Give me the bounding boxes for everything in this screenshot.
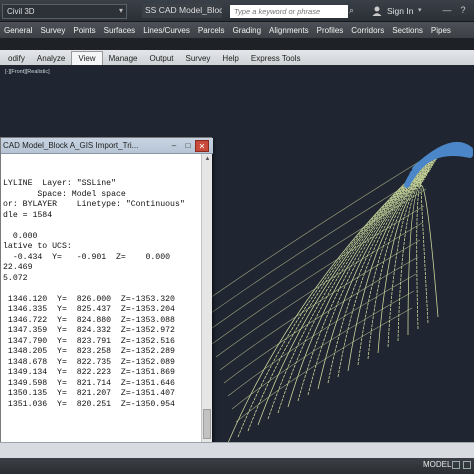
command-line[interactable] <box>0 442 474 458</box>
contour-lines <box>199 144 446 444</box>
status-bar <box>0 458 474 474</box>
menu-item-surfaces[interactable]: Surfaces <box>104 26 136 35</box>
grid-display-icon[interactable] <box>452 461 460 469</box>
text-window-line: 1346.722 Y= 824.880 Z=-1353.088 <box>3 315 175 325</box>
vertical-scrollbar[interactable]: ▲ ▼ <box>201 154 212 454</box>
text-window[interactable]: CAD Model_Block A_GIS Import_Tri... – □ … <box>0 137 213 455</box>
menu-item-lines-curves[interactable]: Lines/Curves <box>143 26 190 35</box>
tab-output[interactable]: Output <box>144 52 180 65</box>
text-window-line: 5.072 <box>3 273 28 283</box>
minimize-icon[interactable]: – <box>167 140 181 152</box>
text-window-line: 1347.790 Y= 823.791 Z=-1352.516 <box>3 336 175 346</box>
text-window-line: 1349.598 Y= 821.714 Z=-1351.646 <box>3 378 175 388</box>
menu-item-sections[interactable]: Sections <box>392 26 423 35</box>
contour-line <box>287 156 439 408</box>
text-window-line: 0.000 <box>3 231 38 241</box>
text-window-line: Space: Model space <box>3 189 126 199</box>
text-window-line: LYLINE Layer: "SSLine" <box>3 179 117 188</box>
text-window-title: CAD Model_Block A_GIS Import_Tri... <box>3 141 139 150</box>
tab-survey[interactable]: Survey <box>180 52 217 65</box>
menu-item-profiles[interactable]: Profiles <box>317 26 344 35</box>
contour-line <box>377 174 428 354</box>
contour-line <box>223 256 419 384</box>
scrollbar-thumb[interactable] <box>203 409 211 439</box>
text-window-line: 1346.120 Y= 826.000 Z=-1353.320 <box>3 294 175 304</box>
snap-mode-icon[interactable] <box>463 461 471 469</box>
menu-bar: General Survey Points Surfaces Lines/Cur… <box>0 22 474 38</box>
tab-view[interactable]: View <box>71 51 103 65</box>
text-window-line: 1350.135 Y= 821.207 Z=-1351.407 <box>3 389 175 398</box>
tab-analyze[interactable]: Analyze <box>31 52 71 65</box>
scroll-up-icon[interactable]: ▲ <box>202 154 213 165</box>
contour-line <box>207 188 427 332</box>
user-icon <box>372 6 382 16</box>
maximize-icon[interactable]: □ <box>181 140 195 152</box>
menu-item-corridors[interactable]: Corridors <box>351 26 384 35</box>
contour-line <box>231 290 415 410</box>
model-space-toggle[interactable]: MODEL <box>423 460 451 469</box>
contour-line <box>419 184 439 318</box>
menu-item-pipes[interactable]: Pipes <box>431 26 451 35</box>
contour-line <box>307 160 436 396</box>
menu-item-survey[interactable]: Survey <box>40 26 65 35</box>
sign-in-button[interactable]: Sign In <box>387 6 413 16</box>
search-input[interactable] <box>230 5 348 18</box>
workspace-label: Civil 3D <box>7 7 35 16</box>
text-window-content: LYLINE Layer: "SSLine" Space: Model spac… <box>1 154 201 454</box>
menu-item-alignments[interactable]: Alignments <box>269 26 309 35</box>
text-window-line: 1346.335 Y= 825.437 Z=-1353.204 <box>3 305 175 314</box>
minimize-icon[interactable]: — <box>440 5 454 17</box>
tab-help[interactable]: Help <box>216 52 244 65</box>
text-window-line: 1348.678 Y= 822.735 Z=-1352.089 <box>3 357 175 367</box>
text-window-line: 1347.359 Y= 824.332 Z=-1352.972 <box>3 326 175 335</box>
text-window-line: 1349.134 Y= 822.223 Z=-1351.869 <box>3 368 175 377</box>
menu-item-grading[interactable]: Grading <box>233 26 261 35</box>
ribbon-tab-bar: odify Analyze View Manage Output Survey … <box>0 50 474 65</box>
search-icon[interactable]: ⌕ <box>349 5 361 18</box>
help-icon[interactable]: ? <box>456 5 470 17</box>
menu-item-general[interactable]: General <box>4 26 32 35</box>
text-window-line <box>3 158 201 169</box>
text-window-line: 1351.036 Y= 820.251 Z=-1350.954 <box>3 399 175 409</box>
tab-express-tools[interactable]: Express Tools <box>245 52 307 65</box>
dropdown-chevron-icon: ▾ <box>118 6 123 15</box>
text-window-line <box>3 221 201 232</box>
ribbon-panel <box>0 38 474 50</box>
title-bar: Civil 3D ▾ SS CAD Model_Bloc... ⌕ Sign I… <box>0 0 474 22</box>
menu-item-points[interactable]: Points <box>73 26 95 35</box>
contour-line <box>215 222 423 358</box>
menu-item-parcels[interactable]: Parcels <box>198 26 225 35</box>
text-window-line: 22.469 <box>3 263 33 272</box>
text-window-line: -0.434 Y= -0.901 Z= 0.000 <box>3 252 171 262</box>
text-window-line <box>3 284 201 295</box>
chevron-down-icon[interactable]: ▾ <box>418 6 422 14</box>
tab-manage[interactable]: Manage <box>103 52 144 65</box>
text-window-line: or: BYLAYER Linetype: "Continuous" <box>3 200 185 209</box>
tab-modify[interactable]: odify <box>2 52 31 65</box>
contour-line <box>357 170 430 366</box>
text-window-line: dle = 1584 <box>3 210 53 220</box>
text-window-line: lative to UCS: <box>3 242 72 251</box>
contour-line <box>199 154 431 306</box>
workspace-dropdown[interactable]: Civil 3D ▾ <box>2 4 127 19</box>
document-title-tab[interactable]: SS CAD Model_Bloc... <box>142 3 222 18</box>
text-window-line: 1348.205 Y= 823.258 Z=-1352.289 <box>3 347 175 356</box>
close-icon[interactable]: ✕ <box>195 140 209 152</box>
contour-line <box>257 150 442 426</box>
text-window-title-bar[interactable]: CAD Model_Block A_GIS Import_Tri... – □ … <box>1 138 213 154</box>
text-window-line <box>3 169 201 180</box>
